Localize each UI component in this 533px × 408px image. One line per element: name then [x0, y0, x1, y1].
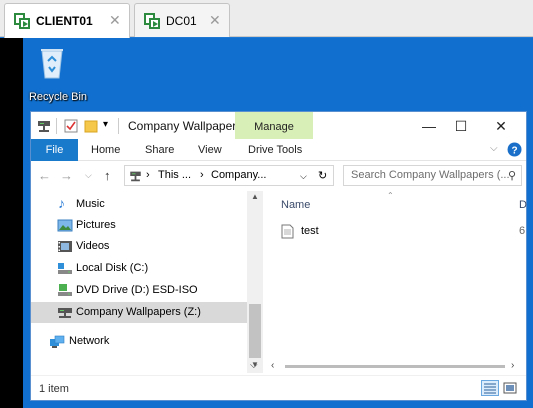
customize-qa-dropdown-icon[interactable]: ▾ — [103, 119, 108, 135]
vm-left-bar — [0, 38, 23, 408]
column-header-date[interactable]: D — [519, 199, 527, 211]
nav-item-label: Pictures — [76, 219, 116, 231]
host-tab-label: CLIENT01 — [36, 14, 93, 28]
scrollbar-thumb[interactable] — [285, 365, 505, 368]
network-icon — [50, 335, 65, 348]
file-explorer-window: ▾ Company Wallpaper... Manage — ☐ ✕ Home… — [30, 111, 527, 401]
nav-item-label: Videos — [76, 240, 110, 252]
chevron-right-icon: › — [200, 169, 204, 181]
nav-item-label: Network — [69, 335, 110, 347]
address-dropdown-icon[interactable]: ⌵ — [300, 171, 307, 182]
refresh-icon[interactable]: ↻ — [318, 169, 327, 182]
minimize-button[interactable]: — — [414, 116, 444, 136]
item-count: 1 item — [39, 383, 69, 395]
nav-item-company-wallpapers[interactable]: Company Wallpapers (Z:) — [31, 302, 247, 323]
close-icon[interactable]: ✕ — [109, 12, 121, 29]
window-title: Company Wallpaper... — [128, 119, 246, 133]
network-drive-icon — [58, 308, 72, 318]
search-placeholder: Search Company Wallpapers (... — [351, 169, 510, 181]
back-button[interactable]: ← — [38, 168, 51, 183]
address-row: ← → ⌵ ↑ › This ... › Company... ⌵ ↻ Sear… — [31, 162, 526, 190]
host-tab-dc01[interactable]: DC01 ✕ — [134, 3, 230, 37]
help-icon[interactable]: ? — [507, 142, 522, 157]
nav-item-label: Music — [76, 198, 105, 210]
host-tab-bar: CLIENT01 ✕ DC01 ✕ — [0, 0, 533, 38]
videos-icon — [58, 241, 72, 252]
nav-item-label: Company Wallpapers (Z:) — [76, 306, 201, 318]
vm-icon — [144, 13, 160, 29]
file-date-fragment: 6 — [519, 225, 526, 237]
scroll-right-icon[interactable]: › — [511, 360, 514, 371]
pictures-icon — [57, 219, 73, 232]
nav-item-pictures[interactable]: Pictures — [31, 215, 247, 236]
nav-item-dvd-drive[interactable]: DVD Drive (D:) ESD-ISO — [31, 280, 247, 301]
forward-button[interactable]: → — [60, 168, 73, 183]
column-header-name[interactable]: Name — [281, 199, 310, 211]
vm-icon — [14, 13, 30, 29]
music-icon: ♪ — [58, 195, 65, 211]
close-button[interactable]: ✕ — [486, 116, 516, 136]
close-icon[interactable]: ✕ — [209, 12, 221, 29]
navigation-pane: ♪ Music Pictures Videos Local Disk (C:) — [31, 191, 247, 373]
file-name: test — [301, 225, 319, 237]
up-button[interactable]: ↑ — [104, 168, 111, 183]
tab-home[interactable]: Home — [91, 144, 120, 156]
nav-item-label: DVD Drive (D:) ESD-ISO — [76, 284, 198, 296]
scroll-up-icon[interactable]: ▲ — [251, 192, 259, 201]
nav-item-label: Local Disk (C:) — [76, 262, 149, 274]
nav-pane-scrollbar[interactable]: ▲ ▼ — [247, 191, 263, 373]
scroll-left-icon[interactable]: ‹ — [271, 360, 274, 371]
host-tab-label: DC01 — [166, 14, 197, 28]
file-list-hscrollbar[interactable]: ‹ › — [263, 360, 526, 373]
nav-item-music[interactable]: ♪ Music — [31, 194, 247, 215]
details-view-icon[interactable] — [481, 380, 499, 396]
search-box[interactable]: Search Company Wallpapers (... ⚲ — [343, 165, 522, 186]
scrollbar-thumb[interactable] — [249, 304, 261, 358]
breadcrumb-this-pc[interactable]: This ... — [158, 169, 191, 181]
title-bar: ▾ Company Wallpaper... Manage — ☐ ✕ — [31, 112, 526, 160]
tab-share[interactable]: Share — [145, 144, 174, 156]
local-disk-icon — [58, 263, 72, 274]
chevron-right-icon: › — [146, 169, 150, 181]
recent-locations-icon[interactable]: ⌵ — [85, 170, 92, 181]
dvd-drive-icon — [58, 284, 72, 296]
properties-icon[interactable] — [64, 118, 78, 134]
search-icon: ⚲ — [508, 170, 517, 182]
nav-item-videos[interactable]: Videos — [31, 236, 247, 257]
nav-item-network[interactable]: Network — [31, 331, 247, 352]
large-icons-view-icon[interactable] — [502, 381, 518, 395]
manage-tab-label: Manage — [254, 121, 294, 133]
recycle-bin-label: Recycle Bin — [28, 91, 88, 103]
drive-title-icon — [38, 121, 50, 132]
sort-ascending-icon: ⌃ — [387, 191, 394, 200]
recycle-bin-icon — [41, 49, 63, 79]
new-folder-icon[interactable] — [84, 118, 98, 134]
nav-item-local-disk[interactable]: Local Disk (C:) — [31, 258, 247, 279]
drive-icon — [130, 171, 141, 182]
host-tab-client01[interactable]: CLIENT01 ✕ — [4, 3, 130, 38]
tab-view[interactable]: View — [198, 144, 222, 156]
maximize-button[interactable]: ☐ — [446, 116, 476, 136]
tab-file[interactable]: File — [31, 139, 78, 161]
recycle-bin-shortcut[interactable]: Recycle Bin — [27, 45, 89, 107]
tab-drive-tools[interactable]: Drive Tools — [248, 144, 302, 156]
ribbon-tabs: Home Share View Drive Tools ⌵ ? — [31, 139, 526, 161]
breadcrumb-company[interactable]: Company... — [211, 169, 266, 181]
address-bar[interactable]: › This ... › Company... ⌵ ↻ — [124, 165, 334, 186]
svg-text:?: ? — [511, 146, 517, 157]
scroll-down-icon[interactable]: ⌵ — [250, 360, 258, 371]
text-file-icon — [281, 224, 294, 239]
expand-ribbon-icon[interactable]: ⌵ — [490, 143, 498, 154]
status-bar: 1 item — [31, 375, 526, 400]
file-list: ⌃ Name D test 6 — [263, 191, 527, 373]
